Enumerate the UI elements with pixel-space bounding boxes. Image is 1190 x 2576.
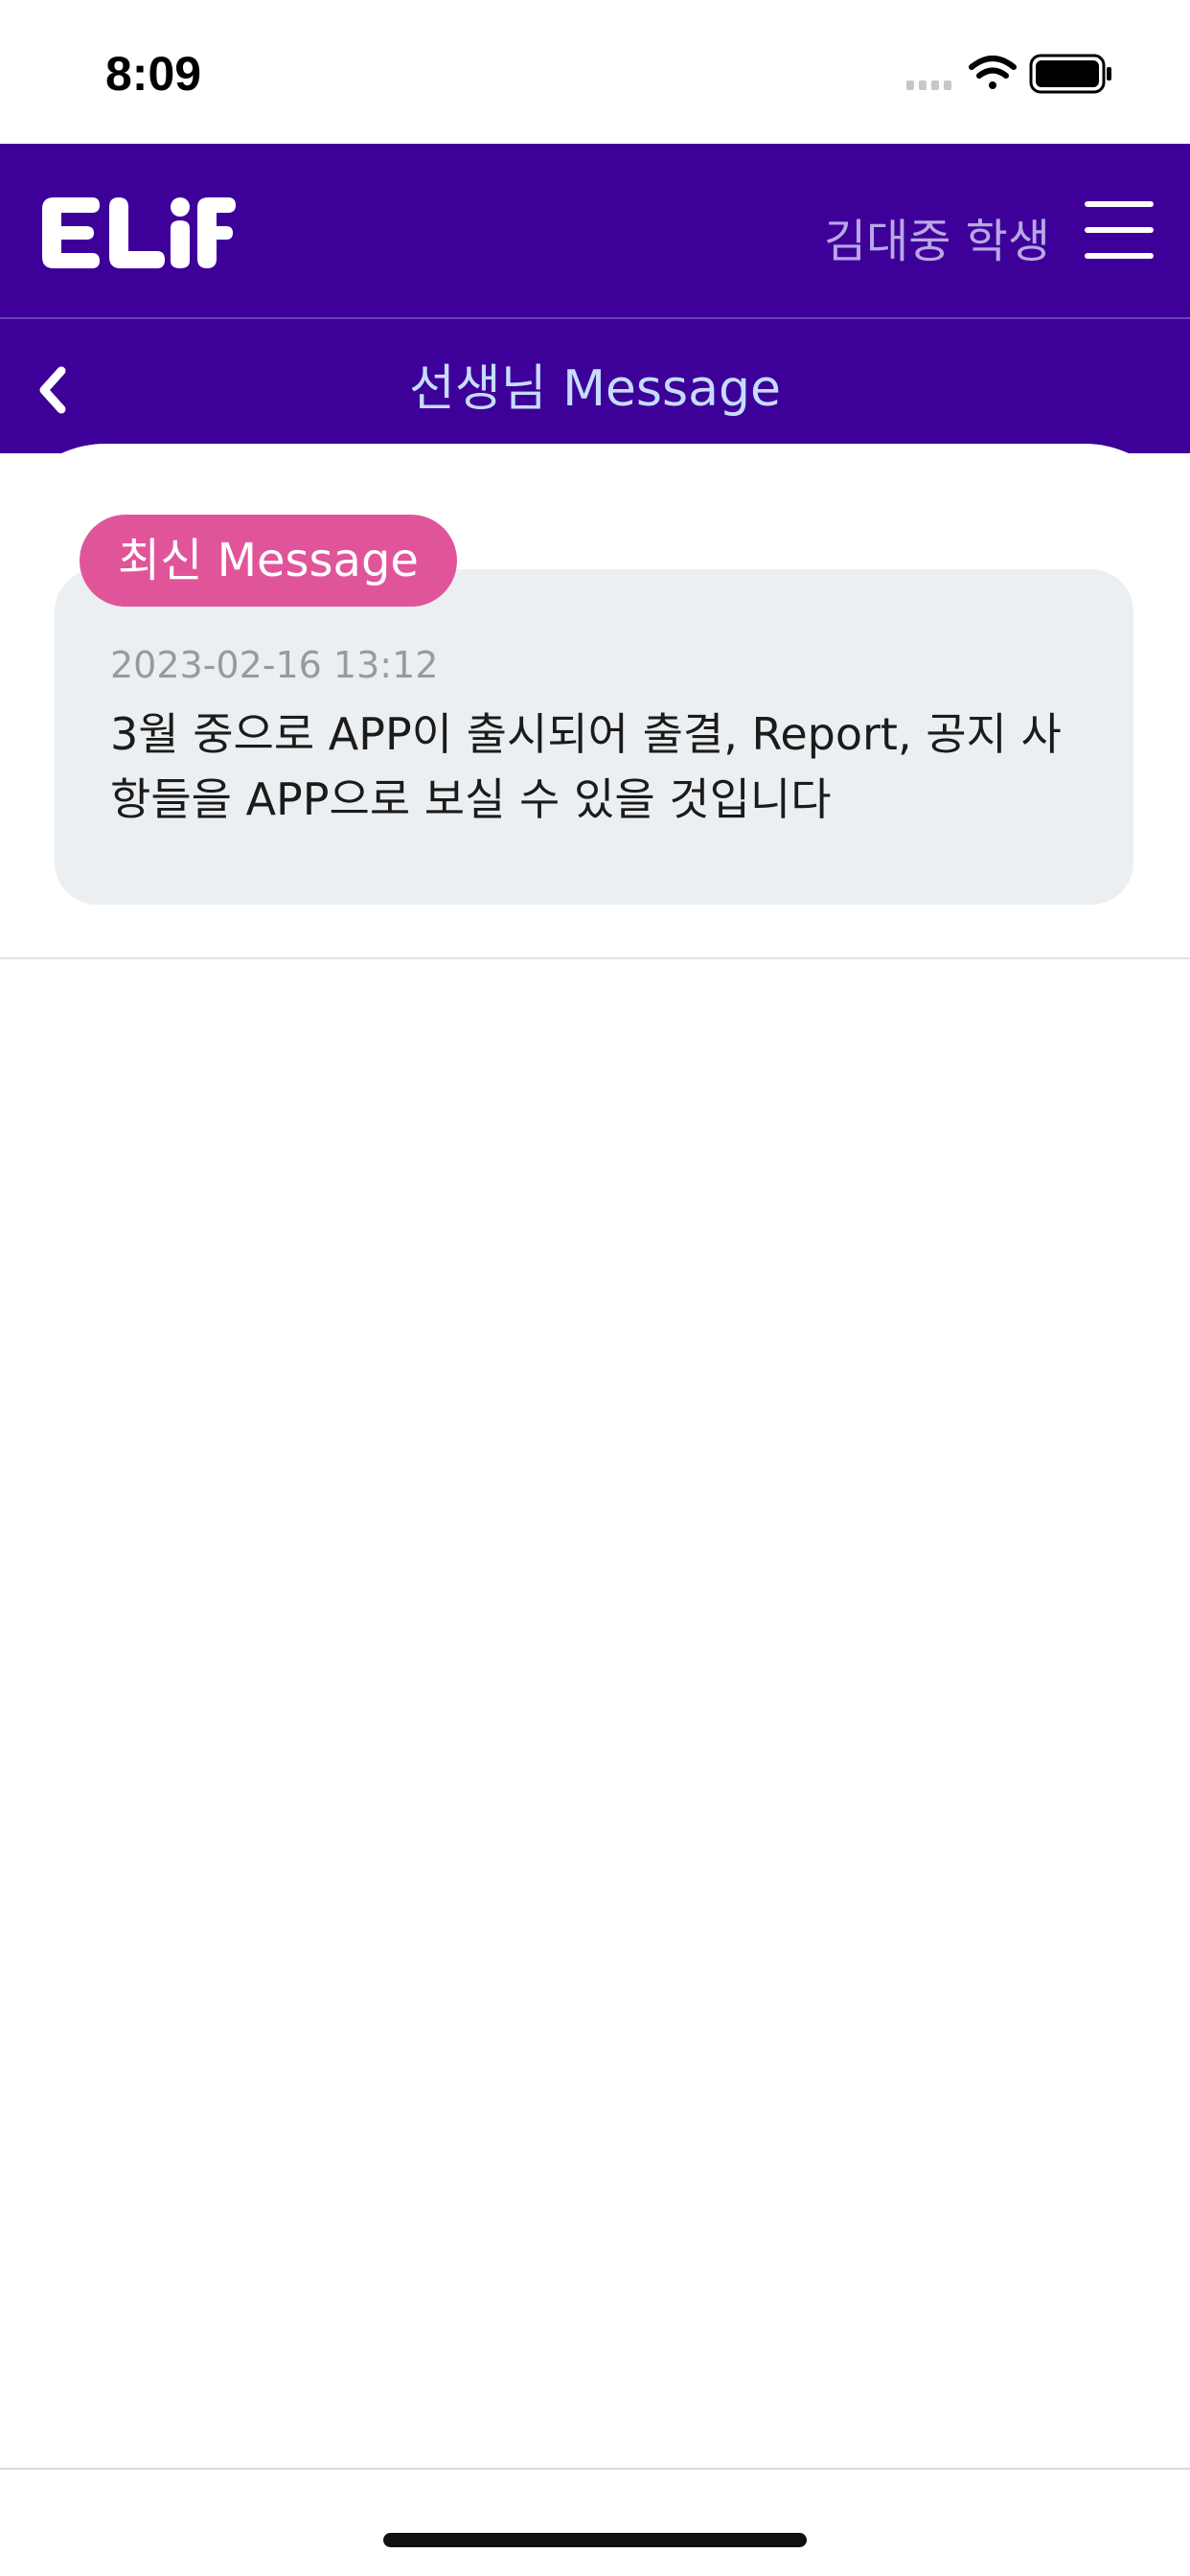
page-title: 선생님 Message <box>409 360 781 418</box>
signal-icon <box>906 80 951 90</box>
home-indicator[interactable] <box>383 2533 807 2547</box>
elif-logo[interactable] <box>36 190 238 276</box>
page-subheader: 선생님 Message <box>0 319 1190 453</box>
app-header: 김대중 학생 <box>0 144 1190 319</box>
status-icons <box>906 54 1136 96</box>
message-panel: 2023-02-16 13:12 3월 중으로 APP이 출시되어 출결, Re… <box>0 444 1190 959</box>
latest-message-badge: 최신 Message <box>80 515 457 607</box>
hamburger-menu-icon[interactable] <box>1085 201 1154 259</box>
wifi-icon <box>969 56 1017 89</box>
user-name: 김대중 학생 <box>823 215 1050 268</box>
battery-icon <box>1029 54 1111 94</box>
bottom-divider <box>0 2468 1190 2470</box>
message-date: 2023-02-16 13:12 <box>110 644 439 686</box>
message-text: 3월 중으로 APP이 출시되어 출결, Report, 공지 사항들을 APP… <box>110 708 1062 825</box>
status-bar: 8:09 <box>0 0 1190 144</box>
message-card[interactable]: 2023-02-16 13:12 3월 중으로 APP이 출시되어 출결, Re… <box>55 569 1133 905</box>
status-time: 8:09 <box>105 47 202 101</box>
